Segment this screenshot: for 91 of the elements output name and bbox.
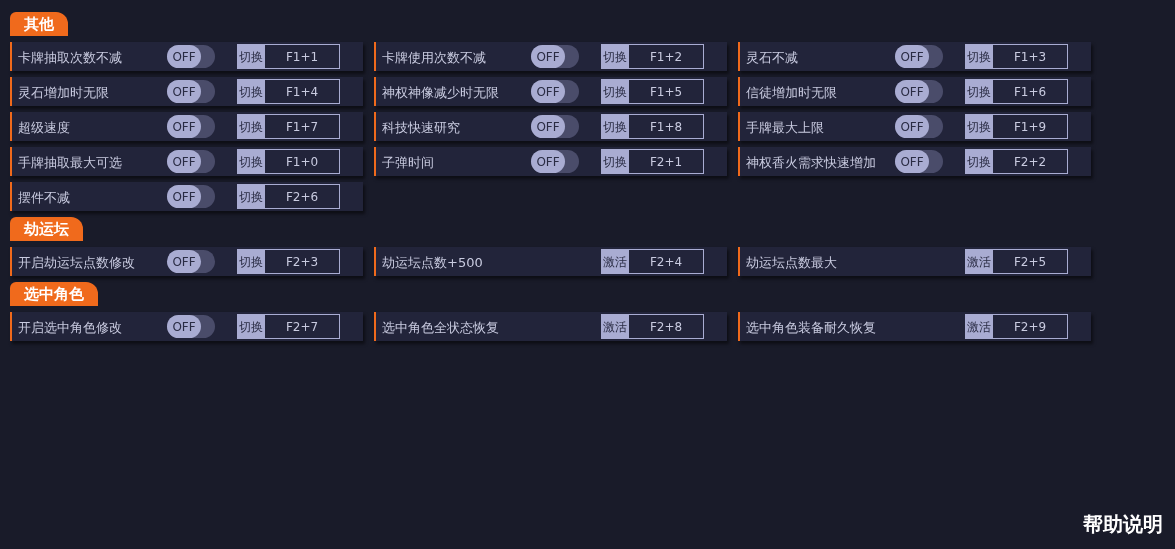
toggle-knob: OFF <box>895 150 929 173</box>
action-tag: 切换 <box>237 79 264 104</box>
option-label: 超级速度 <box>18 119 70 137</box>
action-tag: 切换 <box>965 149 992 174</box>
toggle-knob: OFF <box>895 45 929 68</box>
toggle-switch[interactable]: OFF <box>895 45 943 68</box>
hotkey-field[interactable]: F1+5 <box>628 79 704 104</box>
toggle-switch[interactable]: OFF <box>167 185 215 208</box>
toggle-switch[interactable]: OFF <box>531 45 579 68</box>
action-tag: 切换 <box>965 79 992 104</box>
option-label: 开启劫运坛点数修改 <box>18 254 135 272</box>
toggle-switch[interactable]: OFF <box>895 80 943 103</box>
toggle-knob: OFF <box>167 315 201 338</box>
toggle-switch[interactable]: OFF <box>895 150 943 173</box>
hotkey-field[interactable]: F1+3 <box>992 44 1068 69</box>
option-label: 选中角色全状态恢复 <box>382 319 499 337</box>
option-label: 劫运坛点数最大 <box>746 254 837 272</box>
hotkey-field[interactable]: F2+5 <box>992 249 1068 274</box>
action-tag: 切换 <box>237 149 264 174</box>
option-label: 开启选中角色修改 <box>18 319 122 337</box>
action-tag: 切换 <box>237 314 264 339</box>
option-label: 子弹时间 <box>382 154 434 172</box>
section-header: 选中角色 <box>10 282 98 306</box>
option-label: 灵石增加时无限 <box>18 84 109 102</box>
hotkey-field[interactable]: F2+4 <box>628 249 704 274</box>
action-tag: 切换 <box>237 114 264 139</box>
option-label: 信徒增加时无限 <box>746 84 837 102</box>
action-tag: 切换 <box>237 44 264 69</box>
toggle-switch[interactable]: OFF <box>167 115 215 138</box>
option-label: 神权神像减少时无限 <box>382 84 499 102</box>
option-label: 手牌抽取最大可选 <box>18 154 122 172</box>
action-tag: 激活 <box>965 249 992 274</box>
action-tag: 激活 <box>601 314 628 339</box>
toggle-switch[interactable]: OFF <box>167 150 215 173</box>
action-tag: 激活 <box>601 249 628 274</box>
hotkey-field[interactable]: F1+0 <box>264 149 340 174</box>
section-header: 其他 <box>10 12 68 36</box>
hotkey-field[interactable]: F1+2 <box>628 44 704 69</box>
action-tag: 激活 <box>965 314 992 339</box>
hotkey-field[interactable]: F1+7 <box>264 114 340 139</box>
action-tag: 切换 <box>965 44 992 69</box>
toggle-knob: OFF <box>531 115 565 138</box>
toggle-knob: OFF <box>167 115 201 138</box>
option-label: 摆件不减 <box>18 189 70 207</box>
toggle-knob: OFF <box>167 150 201 173</box>
option-label: 卡牌使用次数不减 <box>382 49 486 67</box>
toggle-knob: OFF <box>167 45 201 68</box>
hotkey-field[interactable]: F2+2 <box>992 149 1068 174</box>
toggle-switch[interactable]: OFF <box>167 45 215 68</box>
action-tag: 切换 <box>965 114 992 139</box>
option-label: 选中角色装备耐久恢复 <box>746 319 876 337</box>
option-label: 手牌最大上限 <box>746 119 824 137</box>
hotkey-field[interactable]: F1+4 <box>264 79 340 104</box>
toggle-switch[interactable]: OFF <box>167 250 215 273</box>
help-link[interactable]: 帮助说明 <box>1083 509 1163 539</box>
toggle-switch[interactable]: OFF <box>531 115 579 138</box>
option-label: 神权香火需求快速增加 <box>746 154 876 172</box>
action-tag: 切换 <box>601 149 628 174</box>
option-label: 卡牌抽取次数不减 <box>18 49 122 67</box>
hotkey-field[interactable]: F2+6 <box>264 184 340 209</box>
action-tag: 切换 <box>601 114 628 139</box>
toggle-knob: OFF <box>531 80 565 103</box>
toggle-switch[interactable]: OFF <box>531 150 579 173</box>
hotkey-field[interactable]: F1+9 <box>992 114 1068 139</box>
hotkey-field[interactable]: F2+1 <box>628 149 704 174</box>
option-label: 劫运坛点数+500 <box>382 254 483 272</box>
hotkey-field[interactable]: F1+8 <box>628 114 704 139</box>
toggle-switch[interactable]: OFF <box>895 115 943 138</box>
section-header: 劫运坛 <box>10 217 83 241</box>
toggle-switch[interactable]: OFF <box>531 80 579 103</box>
toggle-switch[interactable]: OFF <box>167 80 215 103</box>
action-tag: 切换 <box>237 184 264 209</box>
option-label: 灵石不减 <box>746 49 798 67</box>
action-tag: 切换 <box>237 249 264 274</box>
toggle-switch[interactable]: OFF <box>167 315 215 338</box>
toggle-knob: OFF <box>895 80 929 103</box>
option-label: 科技快速研究 <box>382 119 460 137</box>
hotkey-field[interactable]: F1+6 <box>992 79 1068 104</box>
toggle-knob: OFF <box>167 185 201 208</box>
action-tag: 切换 <box>601 44 628 69</box>
action-tag: 切换 <box>601 79 628 104</box>
hotkey-field[interactable]: F2+8 <box>628 314 704 339</box>
toggle-knob: OFF <box>167 250 201 273</box>
toggle-knob: OFF <box>895 115 929 138</box>
toggle-knob: OFF <box>531 150 565 173</box>
hotkey-field[interactable]: F2+3 <box>264 249 340 274</box>
hotkey-field[interactable]: F2+9 <box>992 314 1068 339</box>
toggle-knob: OFF <box>167 80 201 103</box>
hotkey-field[interactable]: F1+1 <box>264 44 340 69</box>
toggle-knob: OFF <box>531 45 565 68</box>
hotkey-field[interactable]: F2+7 <box>264 314 340 339</box>
